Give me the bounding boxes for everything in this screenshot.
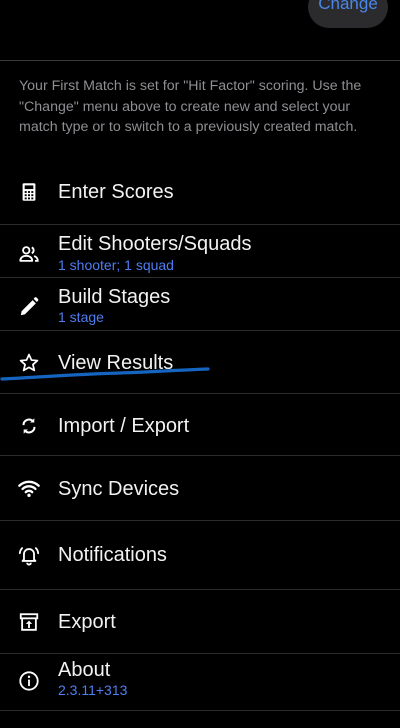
menu-item-sync-devices[interactable]: Sync Devices <box>0 456 400 520</box>
menu-item-edit-shooters[interactable]: Edit Shooters/Squads 1 shooter; 1 squad <box>0 225 400 277</box>
menu-item-label: Edit Shooters/Squads <box>58 233 252 255</box>
menu-item-export[interactable]: Export <box>0 590 400 653</box>
bell-icon <box>17 543 41 567</box>
menu-item-subtitle: 1 shooter; 1 squad <box>58 257 174 273</box>
people-icon <box>17 242 41 266</box>
annotation-underline <box>0 367 210 381</box>
menu-item-about[interactable]: About 2.3.11+313 <box>0 654 400 710</box>
version-label: 2.3.11+313 <box>58 682 128 698</box>
menu-item-label: Import / Export <box>58 415 190 437</box>
menu-item-build-stages[interactable]: Build Stages 1 stage <box>0 278 400 330</box>
menu-item-label: Export <box>58 611 116 633</box>
menu-item-label: Notifications <box>58 544 167 566</box>
change-button[interactable]: Change <box>308 0 388 28</box>
menu-item-notifications[interactable]: Notifications <box>0 521 400 589</box>
pencil-icon <box>17 295 41 319</box>
match-info-text: Your First Match is set for "Hit Factor"… <box>19 78 362 136</box>
menu-item-label: Enter Scores <box>58 181 174 203</box>
info-icon <box>17 669 41 693</box>
top-divider <box>0 60 400 61</box>
archive-upload-icon <box>17 610 41 634</box>
menu-item-enter-scores[interactable]: Enter Scores <box>0 170 400 220</box>
sync-arrows-icon <box>17 414 41 438</box>
menu-item-label: About <box>58 659 111 681</box>
calculator-icon <box>17 180 41 204</box>
menu-item-label: Sync Devices <box>58 478 180 500</box>
divider <box>0 710 400 711</box>
menu-item-label: Build Stages <box>58 286 171 308</box>
menu-item-import-export[interactable]: Import / Export <box>0 394 400 454</box>
menu-item-subtitle: 1 stage <box>58 309 104 325</box>
wifi-icon <box>17 476 41 500</box>
